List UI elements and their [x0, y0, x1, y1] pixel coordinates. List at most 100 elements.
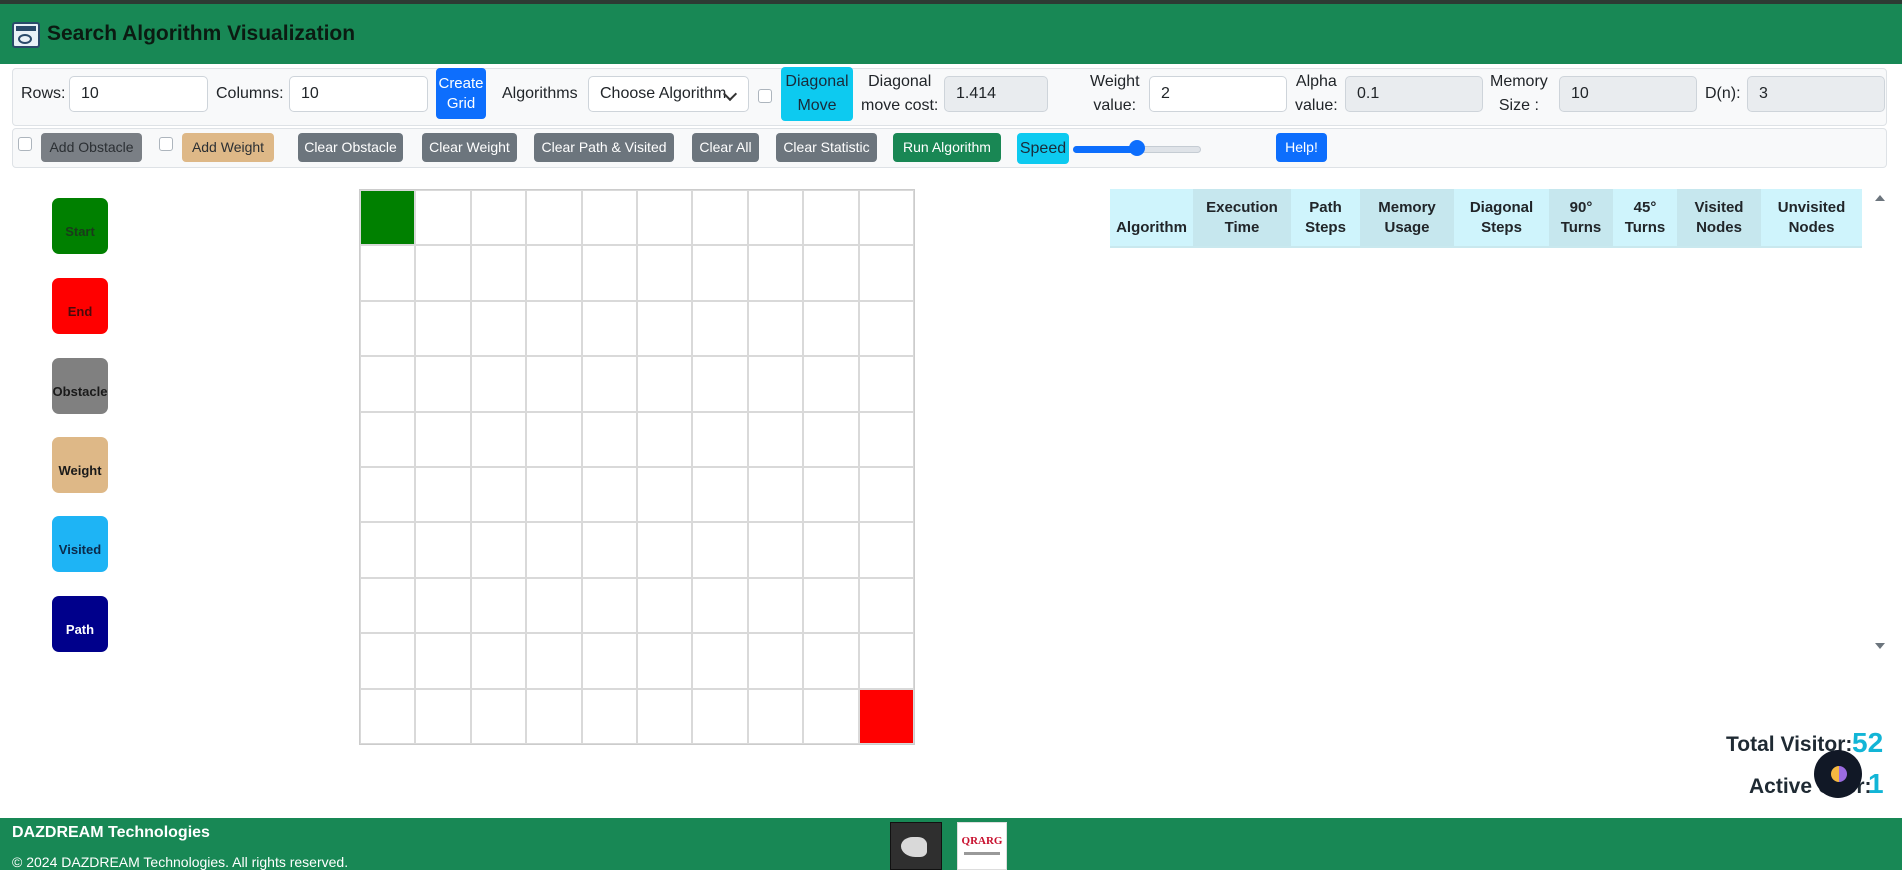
grid-cell[interactable]: [692, 688, 748, 744]
grid-cell-start[interactable]: [360, 190, 416, 246]
grid-cell[interactable]: [637, 300, 693, 357]
grid-cell[interactable]: [526, 190, 582, 246]
diagonal-move-checkbox[interactable]: [758, 89, 772, 103]
speed-slider-thumb[interactable]: [1129, 140, 1145, 156]
grid-cell[interactable]: [692, 577, 748, 634]
add-obstacle-button[interactable]: Add Obstacle: [41, 133, 142, 162]
create-grid-button[interactable]: Create Grid: [436, 68, 486, 119]
grid-cell[interactable]: [526, 300, 582, 357]
grid-cell[interactable]: [526, 245, 582, 301]
grid-cell[interactable]: [747, 356, 804, 412]
grid-cell[interactable]: [692, 467, 748, 523]
grid-cell[interactable]: [470, 411, 527, 467]
grid-cell[interactable]: [692, 300, 748, 357]
grid-cell[interactable]: [858, 300, 914, 357]
grid-cell[interactable]: [581, 688, 637, 744]
clear-weight-button[interactable]: Clear Weight: [422, 133, 517, 162]
grid-cell[interactable]: [360, 411, 416, 467]
grid-cell[interactable]: [526, 633, 582, 689]
grid-cell[interactable]: [747, 190, 804, 246]
grid-cell[interactable]: [747, 577, 804, 634]
grid-cell[interactable]: [526, 522, 582, 578]
grid-cell[interactable]: [470, 245, 527, 301]
grid-cell[interactable]: [526, 356, 582, 412]
grid-cell[interactable]: [581, 300, 637, 357]
grid-cell[interactable]: [692, 522, 748, 578]
grid-cell[interactable]: [581, 356, 637, 412]
grid-cell[interactable]: [415, 577, 471, 634]
grid-cell[interactable]: [692, 411, 748, 467]
grid-cell[interactable]: [360, 633, 416, 689]
grid-cell[interactable]: [470, 688, 527, 744]
grid-cell[interactable]: [637, 411, 693, 467]
grid-cell[interactable]: [637, 633, 693, 689]
scroll-up-arrow-icon[interactable]: [1875, 195, 1885, 201]
grid-cell[interactable]: [803, 467, 859, 523]
grid-cell[interactable]: [581, 467, 637, 523]
rows-input[interactable]: 10: [69, 76, 208, 112]
algorithm-select[interactable]: Choose Algorithm: [588, 76, 749, 112]
run-algorithm-button[interactable]: Run Algorithm: [893, 133, 1001, 162]
alpha-value-input[interactable]: 0.1: [1345, 76, 1483, 112]
grid-cell[interactable]: [803, 577, 859, 634]
grid-cell[interactable]: [470, 577, 527, 634]
grid-cell[interactable]: [637, 190, 693, 246]
grid-cell[interactable]: [747, 467, 804, 523]
grid-cell[interactable]: [526, 688, 582, 744]
grid-cell[interactable]: [692, 633, 748, 689]
dn-input[interactable]: 3: [1747, 76, 1885, 112]
grid-cell[interactable]: [637, 245, 693, 301]
grid-cell[interactable]: [470, 467, 527, 523]
grid-cell[interactable]: [360, 300, 416, 357]
add-weight-button[interactable]: Add Weight: [182, 133, 274, 162]
search-grid[interactable]: [359, 189, 915, 745]
columns-input[interactable]: 10: [289, 76, 428, 112]
grid-cell[interactable]: [637, 356, 693, 412]
grid-cell[interactable]: [692, 190, 748, 246]
grid-cell[interactable]: [858, 577, 914, 634]
clear-statistic-button[interactable]: Clear Statistic: [776, 133, 877, 162]
grid-cell[interactable]: [803, 522, 859, 578]
grid-cell[interactable]: [360, 356, 416, 412]
grid-cell[interactable]: [858, 522, 914, 578]
diagonal-move-button[interactable]: Diagonal Move: [781, 67, 853, 121]
grid-cell[interactable]: [803, 411, 859, 467]
grid-cell[interactable]: [803, 245, 859, 301]
grid-cell[interactable]: [470, 633, 527, 689]
grid-cell[interactable]: [415, 688, 471, 744]
clear-obstacle-button[interactable]: Clear Obstacle: [298, 133, 403, 162]
grid-cell[interactable]: [526, 577, 582, 634]
help-button[interactable]: Help!: [1276, 133, 1327, 162]
grid-cell[interactable]: [637, 577, 693, 634]
grid-cell[interactable]: [803, 633, 859, 689]
grid-cell[interactable]: [415, 245, 471, 301]
grid-cell[interactable]: [360, 245, 416, 301]
grid-cell[interactable]: [747, 245, 804, 301]
grid-cell[interactable]: [747, 688, 804, 744]
grid-cell[interactable]: [747, 633, 804, 689]
grid-cell[interactable]: [581, 190, 637, 246]
grid-cell[interactable]: [747, 300, 804, 357]
grid-cell[interactable]: [415, 300, 471, 357]
grid-cell[interactable]: [581, 633, 637, 689]
grid-cell[interactable]: [470, 356, 527, 412]
grid-cell[interactable]: [470, 522, 527, 578]
scroll-down-arrow-icon[interactable]: [1875, 643, 1885, 649]
grid-cell[interactable]: [581, 522, 637, 578]
clear-path-visited-button[interactable]: Clear Path & Visited: [534, 133, 674, 162]
memory-size-input[interactable]: 10: [1559, 76, 1697, 112]
grid-cell[interactable]: [858, 467, 914, 523]
weight-value-input[interactable]: 2: [1149, 76, 1287, 112]
clear-all-button[interactable]: Clear All: [692, 133, 759, 162]
grid-cell[interactable]: [581, 577, 637, 634]
grid-cell[interactable]: [415, 467, 471, 523]
partner-logo-1[interactable]: [890, 822, 942, 870]
grid-cell[interactable]: [858, 411, 914, 467]
grid-cell[interactable]: [858, 356, 914, 412]
grid-cell[interactable]: [858, 633, 914, 689]
diagonal-cost-input[interactable]: 1.414: [944, 76, 1048, 112]
grid-cell[interactable]: [692, 245, 748, 301]
grid-cell[interactable]: [526, 411, 582, 467]
grid-cell[interactable]: [803, 300, 859, 357]
grid-cell[interactable]: [581, 411, 637, 467]
